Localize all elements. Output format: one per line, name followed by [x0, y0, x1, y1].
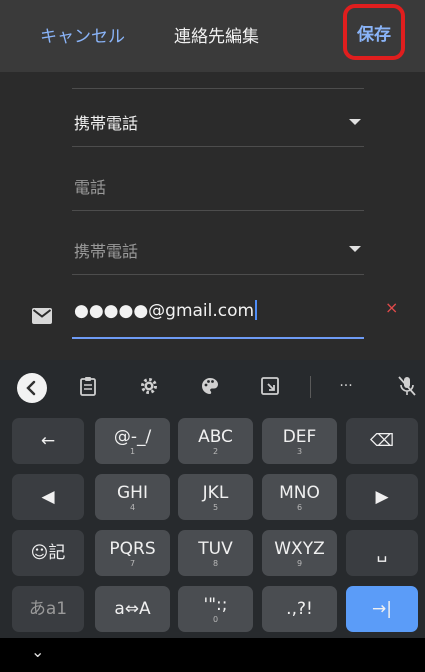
key-label: JKL: [202, 482, 229, 503]
palette-icon: [202, 378, 218, 394]
phone-type-select[interactable]: 携帯電話: [74, 238, 138, 262]
chevron-left-icon: [26, 380, 36, 396]
contact-edit-form: 携帯電話 電話 携帯電話 ●●●●●@gmail.com ×: [0, 72, 425, 360]
phone-type-select[interactable]: 携帯電話: [74, 110, 138, 134]
key-mode-switch[interactable]: あa1: [12, 586, 84, 632]
key-label: '":;: [203, 594, 228, 615]
gear-icon: [141, 378, 157, 394]
key-key-1[interactable]: @-_/1: [95, 418, 170, 464]
divider: [72, 88, 364, 89]
key-sublabel: 8: [212, 558, 219, 568]
key-label: ABC: [198, 426, 233, 447]
key-label: TUV: [198, 538, 233, 559]
key-sublabel: 0: [212, 614, 219, 624]
key-label: DEF: [282, 426, 317, 447]
clear-email-button[interactable]: ×: [385, 298, 398, 317]
key-label: ←: [40, 431, 56, 451]
key-sublabel: 3: [296, 446, 303, 456]
clipboard-icon: [80, 377, 96, 396]
key-key-8[interactable]: TUV 8: [178, 530, 253, 576]
key-case-toggle[interactable]: a⇔A: [95, 586, 170, 632]
key-label: a⇔A: [114, 599, 151, 619]
email-value: ●●●●●@gmail.com: [74, 301, 255, 321]
key-undo[interactable]: ←: [12, 418, 84, 464]
text-cursor: [255, 300, 258, 320]
key-sublabel: 1: [129, 446, 136, 456]
key-label: ▶: [375, 487, 389, 507]
email-field[interactable]: ●●●●●@gmail.com: [74, 300, 258, 321]
email-underline: [72, 337, 364, 339]
theme-button[interactable]: [198, 374, 222, 398]
key-label: MNO: [279, 482, 320, 503]
navigation-bar: ⌄: [0, 638, 425, 672]
save-button[interactable]: 保存: [343, 4, 405, 60]
key-label: ◀: [41, 487, 55, 507]
key-next[interactable]: →|: [346, 586, 418, 632]
key-key-0[interactable]: '":; 0: [178, 586, 253, 632]
save-label: 保存: [357, 24, 391, 45]
key-cursor-right[interactable]: ▶: [346, 474, 418, 520]
key-label: @-_/: [113, 426, 152, 447]
resize-icon: [261, 377, 279, 395]
divider: [72, 210, 364, 211]
hide-keyboard-icon[interactable]: ⌄: [31, 642, 44, 661]
key-space[interactable]: ␣: [346, 530, 418, 576]
key-label: GHI: [117, 482, 148, 503]
key-key-6[interactable]: MNO 6: [262, 474, 337, 520]
voice-input-button[interactable]: [395, 374, 419, 398]
key-label: ⌫: [369, 431, 395, 451]
key-sublabel: 5: [212, 502, 219, 512]
key-key-2[interactable]: ABC 2: [178, 418, 253, 464]
key-sublabel: 2: [212, 446, 219, 456]
resize-button[interactable]: [258, 374, 282, 398]
key-key-4[interactable]: GHI 4: [95, 474, 170, 520]
key-key-7[interactable]: PQRS 7: [95, 530, 170, 576]
key-key-9[interactable]: WXYZ 9: [262, 530, 337, 576]
app-bar: キャンセル 連絡先編集 保存: [0, 0, 425, 72]
page-title: 連絡先編集: [174, 27, 259, 47]
key-label: .,?!: [286, 599, 313, 619]
cancel-button[interactable]: キャンセル: [40, 22, 125, 47]
key-sublabel: 6: [296, 502, 303, 512]
more-icon[interactable]: ···: [334, 374, 358, 398]
key-label: WXYZ: [274, 538, 325, 559]
key-cursor-left[interactable]: ◀: [12, 474, 84, 520]
phone-field[interactable]: 電話: [74, 174, 106, 198]
key-backspace[interactable]: ⌫: [346, 418, 418, 464]
key-label: ☺記: [30, 543, 66, 563]
toolbar-divider: [310, 376, 311, 398]
keyboard-back-button[interactable]: [17, 373, 47, 403]
key-label: ␣: [376, 543, 388, 563]
clipboard-button[interactable]: [76, 374, 100, 398]
key-label: →|: [372, 599, 392, 619]
key-sublabel: 4: [129, 502, 136, 512]
key-label: あa1: [28, 599, 68, 619]
keyboard-toolbar: ···: [0, 360, 425, 414]
divider: [72, 146, 364, 147]
email-icon: [32, 308, 52, 324]
key-punctuation[interactable]: .,?!: [262, 586, 337, 632]
key-key-5[interactable]: JKL 5: [178, 474, 253, 520]
keyboard: ··· ← @-_/1 ABC 2 DEF 3 ⌫ ◀ GHI 4 JKL 5 MNO 6 ▶ ☺記 PQRS 7…: [0, 360, 425, 638]
mic-off-icon: [398, 376, 416, 396]
key-sublabel: 7: [129, 558, 136, 568]
dropdown-arrow-icon[interactable]: [349, 246, 361, 252]
dropdown-arrow-icon[interactable]: [349, 119, 361, 125]
key-sublabel: 9: [296, 558, 303, 568]
key-key-3[interactable]: DEF 3: [262, 418, 337, 464]
key-label: PQRS: [109, 538, 156, 559]
settings-button[interactable]: [137, 374, 161, 398]
divider: [72, 274, 364, 275]
key-emoji-symbol[interactable]: ☺記: [12, 530, 84, 576]
